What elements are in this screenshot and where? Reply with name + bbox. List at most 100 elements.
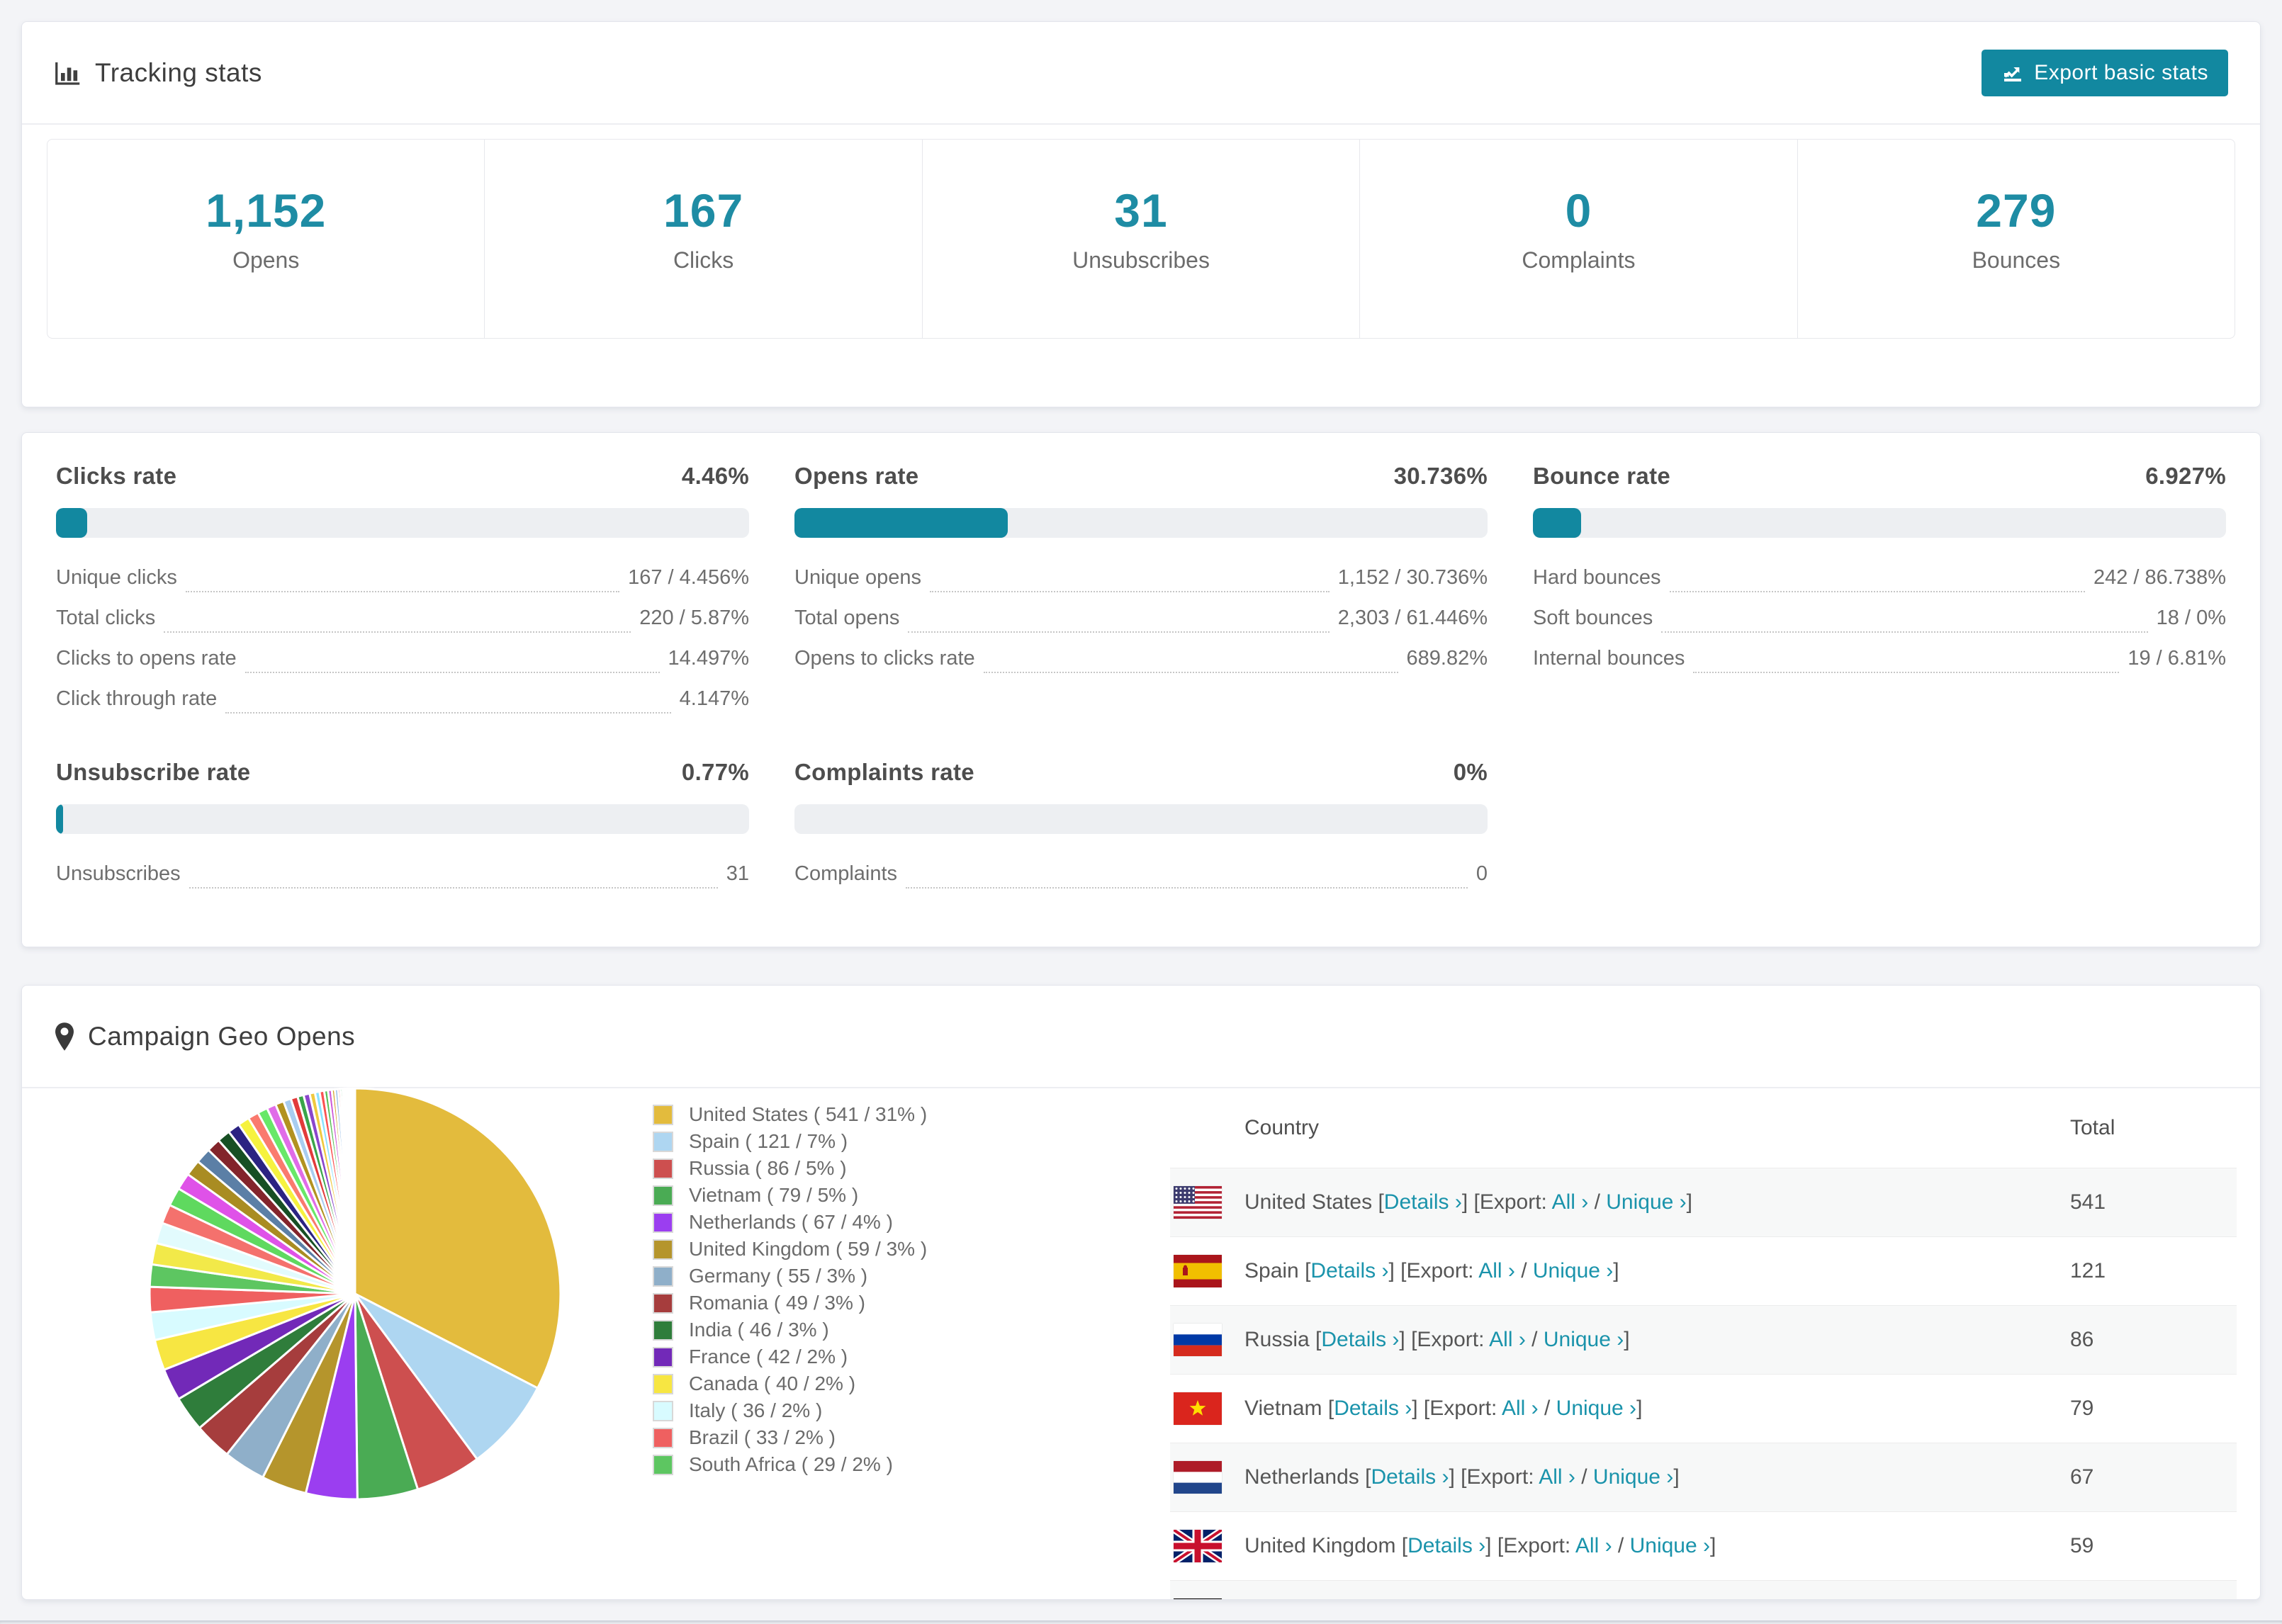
legend-item-united-states: United States ( 541 / 31% ) xyxy=(653,1101,927,1128)
rate-item: Total clicks 220 / 5.87% xyxy=(56,607,749,647)
stat-value: 279 xyxy=(1976,184,2057,237)
details-link[interactable]: Details › xyxy=(1384,1190,1462,1214)
export-all-link[interactable]: All › xyxy=(1478,1259,1515,1282)
rate-panel-opens-rate: Opens rate 30.736% Unique opens 1,152 / 30.… xyxy=(794,463,1488,728)
geo-pie-chart xyxy=(142,1081,568,1506)
details-link[interactable]: Details › xyxy=(1310,1259,1388,1282)
summary-stats-box: 1,152 Opens 167 Clicks 31 Unsubscribes 0 Compla… xyxy=(47,139,2235,339)
rate-item: Unsubscribes 31 xyxy=(56,862,749,903)
export-all-link[interactable]: All › xyxy=(1539,1465,1575,1489)
legend-swatch xyxy=(653,1104,673,1125)
legend-item-italy: Italy ( 36 / 2% ) xyxy=(653,1397,927,1424)
country-cell: Germany [Details ›] [Export: All › / Uni… xyxy=(1170,1598,2070,1599)
tracking-stats-title: Tracking stats xyxy=(54,58,262,88)
dotted-leader xyxy=(908,631,1330,633)
rate-progress-fill xyxy=(1533,508,1581,538)
rate-panel-complaints-rate: Complaints rate 0% Complaints 0 xyxy=(794,759,1488,903)
rate-panel-clicks-rate: Clicks rate 4.46% Unique clicks 167 / 4.456… xyxy=(56,463,749,728)
legend-swatch xyxy=(653,1292,673,1314)
legend-label: Romania ( 49 / 3% ) xyxy=(689,1292,865,1314)
legend-item-vietnam: Vietnam ( 79 / 5% ) xyxy=(653,1182,927,1209)
flag-gb-icon xyxy=(1174,1530,1222,1562)
rate-item-value: 242 / 86.738% xyxy=(2093,566,2226,589)
rate-item-value: 18 / 0% xyxy=(2156,607,2226,629)
legend-swatch xyxy=(653,1454,673,1475)
rate-title: Opens rate xyxy=(794,463,919,489)
export-unique-link[interactable]: Unique › xyxy=(1593,1465,1673,1489)
pie-slice xyxy=(353,1087,356,1295)
legend-label: France ( 42 / 2% ) xyxy=(689,1346,848,1368)
legend-item-romania: Romania ( 49 / 3% ) xyxy=(653,1290,927,1316)
rates-grid: Clicks rate 4.46% Unique clicks 167 / 4.456… xyxy=(22,433,2260,931)
export-prefix: Export: xyxy=(1479,1190,1547,1214)
flag-vn-icon xyxy=(1174,1392,1222,1425)
rate-value: 6.927% xyxy=(2145,463,2226,489)
country-cell: Vietnam [Details ›] [Export: All › / Uni… xyxy=(1170,1392,2070,1425)
rate-item-value: 0 xyxy=(1476,862,1488,885)
stat-label: Complaints xyxy=(1522,247,1636,273)
export-unique-link[interactable]: Unique › xyxy=(1544,1328,1624,1351)
tracking-stats-title-text: Tracking stats xyxy=(95,57,262,87)
stat-value: 167 xyxy=(663,184,744,237)
stat-label: Clicks xyxy=(673,247,734,273)
rate-item-value: 19 / 6.81% xyxy=(2128,647,2226,670)
export-unique-link[interactable]: Unique › xyxy=(1606,1190,1686,1214)
rates-card: Clicks rate 4.46% Unique clicks 167 / 4.456… xyxy=(21,432,2261,947)
legend-label: Germany ( 55 / 3% ) xyxy=(689,1265,868,1287)
rate-progress-bar xyxy=(794,508,1488,538)
export-all-link[interactable]: All › xyxy=(1502,1397,1539,1420)
legend-swatch xyxy=(653,1400,673,1421)
details-link[interactable]: Details › xyxy=(1321,1328,1399,1351)
rate-title: Unsubscribe rate xyxy=(56,759,251,785)
rate-item-value: 31 xyxy=(726,862,749,885)
export-unique-link[interactable]: Unique › xyxy=(1556,1397,1636,1420)
dotted-leader xyxy=(983,672,1398,673)
rate-item-value: 167 / 4.456% xyxy=(628,566,749,589)
export-unique-link[interactable]: Unique › xyxy=(1630,1534,1710,1557)
rate-progress-bar xyxy=(1533,508,2226,538)
dotted-leader xyxy=(185,591,620,592)
legend-swatch xyxy=(653,1373,673,1394)
legend-swatch xyxy=(653,1185,673,1206)
details-link[interactable]: Details › xyxy=(1371,1465,1449,1489)
details-link[interactable]: Details › xyxy=(1407,1534,1485,1557)
stat-value: 0 xyxy=(1565,184,1592,237)
dotted-leader xyxy=(244,672,660,673)
legend-swatch xyxy=(653,1427,673,1448)
export-all-link[interactable]: All › xyxy=(1575,1534,1612,1557)
export-basic-stats-button[interactable]: Export basic stats xyxy=(1982,49,2228,96)
export-prefix: Export: xyxy=(1429,1397,1497,1420)
country-cell: United States [Details ›] [Export: All ›… xyxy=(1170,1186,2070,1219)
legend-item-canada: Canada ( 40 / 2% ) xyxy=(653,1370,927,1397)
country-name: Vietnam xyxy=(1244,1397,1322,1420)
legend-label: India ( 46 / 3% ) xyxy=(689,1319,829,1341)
export-unique-link[interactable]: Unique › xyxy=(1533,1259,1613,1282)
rate-item: Complaints 0 xyxy=(794,862,1488,903)
flag-ru-icon xyxy=(1174,1324,1222,1356)
rate-value: 0.77% xyxy=(681,759,749,785)
total-cell: 86 xyxy=(2070,1328,2094,1351)
details-link[interactable]: Details › xyxy=(1334,1397,1412,1420)
table-row-ru: Russia [Details ›] [Export: All › / Uniq… xyxy=(1170,1305,2237,1374)
rate-item-label: Unique clicks xyxy=(56,566,177,589)
rate-title: Complaints rate xyxy=(794,759,974,785)
export-all-link[interactable]: All › xyxy=(1489,1328,1526,1351)
map-pin-icon xyxy=(54,1022,75,1051)
legend-label: United States ( 541 / 31% ) xyxy=(689,1103,928,1125)
total-cell: 79 xyxy=(2070,1397,2094,1420)
total-cell: 67 xyxy=(2070,1465,2094,1489)
table-row-nl: Netherlands [Details ›] [Export: All › /… xyxy=(1170,1443,2237,1511)
rate-item-label: Unique opens xyxy=(794,566,921,589)
stat-label: Opens xyxy=(232,247,300,273)
rate-item: Soft bounces 18 / 0% xyxy=(1533,607,2226,647)
legend-label: Russia ( 86 / 5% ) xyxy=(689,1157,847,1179)
stat-cell-clicks: 167 Clicks xyxy=(484,140,921,338)
rate-item-label: Internal bounces xyxy=(1533,647,1685,670)
legend-item-france: France ( 42 / 2% ) xyxy=(653,1343,927,1370)
export-all-link[interactable]: All › xyxy=(1552,1190,1589,1214)
stat-cell-bounces: 279 Bounces xyxy=(1797,140,2235,338)
rate-progress-fill xyxy=(794,508,1008,538)
rate-item-value: 689.82% xyxy=(1406,647,1488,670)
rate-item: Internal bounces 19 / 6.81% xyxy=(1533,647,2226,687)
dotted-leader xyxy=(1661,631,2148,633)
